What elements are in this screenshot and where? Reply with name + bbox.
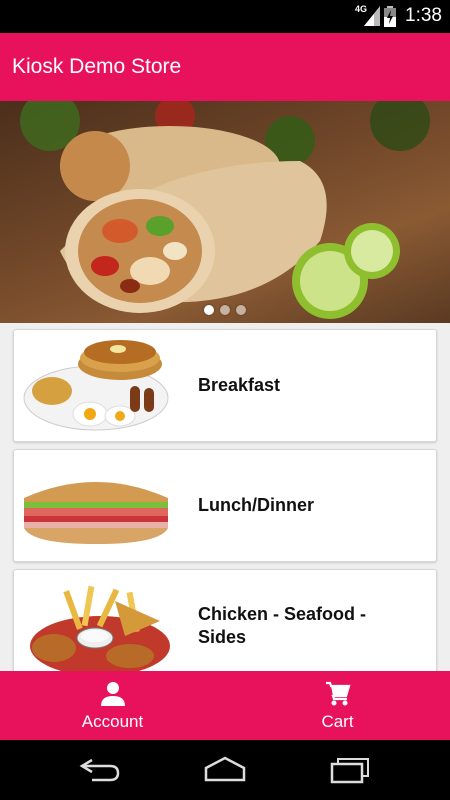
category-card-chicken-seafood-sides[interactable]: Chicken - Seafood - Sides [13, 569, 437, 671]
back-icon[interactable] [78, 754, 122, 784]
cart-tab[interactable]: Cart [225, 671, 450, 740]
clock: 1:38 [405, 5, 442, 26]
carousel-dot[interactable] [204, 305, 214, 315]
carousel-dot[interactable] [220, 305, 230, 315]
sub-sandwich-icon [24, 482, 168, 544]
battery-icon [384, 6, 396, 27]
category-label: Breakfast [198, 375, 281, 395]
hero-carousel[interactable] [0, 101, 450, 323]
system-navigation-bar [0, 740, 450, 800]
chicken-fries-basket-icon [30, 585, 170, 671]
category-card-breakfast[interactable]: Breakfast [13, 329, 437, 442]
carousel-dot[interactable] [236, 305, 246, 315]
carousel-indicator [0, 302, 450, 320]
bottom-navigation: Account Cart [0, 671, 450, 740]
app-title: Kiosk Demo Store [12, 55, 182, 78]
account-tab[interactable]: Account [0, 671, 225, 740]
app-bar: Kiosk Demo Store [0, 33, 450, 101]
status-bar: 4G 1:38 [0, 0, 450, 33]
breakfast-plate-icon [23, 340, 169, 431]
category-label: Chicken - Seafood - Sides [198, 603, 367, 647]
home-icon[interactable] [202, 754, 248, 784]
category-list[interactable]: Breakfast Lunch/Dinner Chicken - Seafood… [0, 323, 450, 671]
person-icon [101, 682, 125, 706]
hero-burrito-image [20, 101, 430, 319]
shopping-cart-icon [326, 681, 351, 706]
category-card-lunch-dinner[interactable]: Lunch/Dinner [13, 449, 437, 562]
recent-apps-icon[interactable] [330, 754, 374, 784]
cart-tab-label: Cart [321, 712, 354, 731]
account-tab-label: Account [81, 712, 144, 731]
signal-icon [364, 6, 380, 26]
category-label: Lunch/Dinner [198, 495, 314, 515]
